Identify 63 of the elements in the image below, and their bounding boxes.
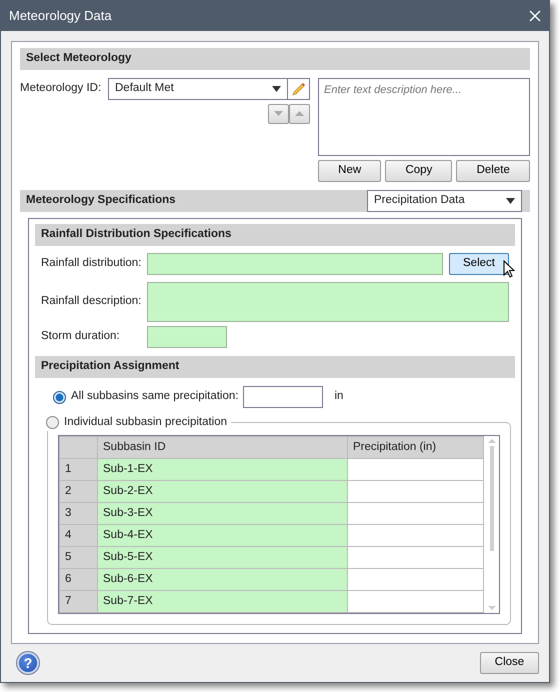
pencil-icon	[291, 82, 306, 96]
row-number: 3	[60, 502, 98, 524]
precipitation-field[interactable]	[243, 386, 324, 408]
window-title: Meteorology Data	[9, 7, 112, 26]
section-header: Rainfall Distribution Specifications	[35, 224, 515, 246]
section-header: Select Meteorology	[20, 48, 530, 70]
caret-icon	[506, 198, 515, 204]
meteorology-id-dropdown[interactable]: Default Met	[108, 78, 288, 100]
rainfall-description-field[interactable]	[147, 282, 509, 322]
precipitation-cell[interactable]	[348, 524, 484, 546]
row-number: 4	[60, 524, 98, 546]
edit-button[interactable]	[288, 78, 310, 100]
table-cell: Sub-7-EX	[98, 590, 348, 612]
close-icon[interactable]	[529, 10, 541, 22]
cursor-icon	[503, 260, 515, 278]
field-label: Meteorology ID:	[20, 81, 102, 96]
precipitation-cell[interactable]	[348, 590, 484, 612]
field-label: Storm duration:	[40, 329, 121, 344]
precipitation-cell[interactable]	[348, 502, 484, 524]
row-number: 7	[60, 590, 98, 612]
radio-label[interactable]: All subbasins same precipitation:	[71, 388, 238, 406]
table-cell: Sub-5-EX	[98, 546, 348, 568]
table-cell: Sub-1-EX	[98, 458, 348, 480]
precipitation-cell[interactable]	[348, 480, 484, 502]
precipitation-cell[interactable]	[348, 568, 484, 590]
row-number: 6	[60, 568, 98, 590]
rainfall-distribution-field[interactable]	[147, 253, 443, 275]
scroll-down-icon[interactable]	[488, 606, 496, 610]
help-button[interactable]: ?	[17, 652, 39, 674]
down-arrow-icon	[274, 110, 283, 116]
row-number: 2	[60, 480, 98, 502]
radio-button[interactable]	[46, 416, 59, 430]
row-number: 1	[60, 458, 98, 480]
table-cell: Sub-6-EX	[98, 568, 348, 590]
caret-icon	[272, 86, 281, 92]
description-field[interactable]: Enter text description here...	[318, 78, 530, 156]
radio-label[interactable]: Individual subbasin precipitation	[64, 414, 228, 432]
column-header: Precipitation (in)	[348, 436, 484, 458]
action-button[interactable]: Delete	[456, 160, 530, 182]
row-number: 5	[60, 546, 98, 568]
table-cell: Sub-4-EX	[98, 524, 348, 546]
precipitation-cell[interactable]	[348, 458, 484, 480]
specification-type-dropdown[interactable]: Precipitation Data	[367, 190, 522, 212]
radio-button[interactable]	[53, 390, 66, 404]
up-arrow-icon	[295, 110, 304, 116]
header-cell	[60, 436, 98, 458]
field-label: Rainfall description:	[40, 294, 142, 310]
table-cell: Sub-2-EX	[98, 480, 348, 502]
action-button[interactable]: Copy	[385, 160, 452, 182]
move-down-button[interactable]	[268, 104, 289, 124]
precipitation-cell[interactable]	[348, 546, 484, 568]
action-button[interactable]: New	[318, 160, 382, 182]
section-header: Precipitation Assignment	[35, 356, 515, 378]
column-header: Subbasin ID	[98, 436, 348, 458]
scroll-up-icon[interactable]	[488, 439, 496, 443]
move-up-button[interactable]	[289, 104, 310, 124]
close-button[interactable]: Close	[480, 652, 539, 674]
table-cell: Sub-3-EX	[98, 502, 348, 524]
storm-duration-field[interactable]	[147, 326, 227, 348]
section-header: Meteorology Specifications	[26, 193, 176, 208]
field-label: Rainfall distribution:	[40, 256, 142, 272]
unit-label: in	[334, 389, 344, 404]
select-button[interactable]: Select	[449, 253, 509, 275]
